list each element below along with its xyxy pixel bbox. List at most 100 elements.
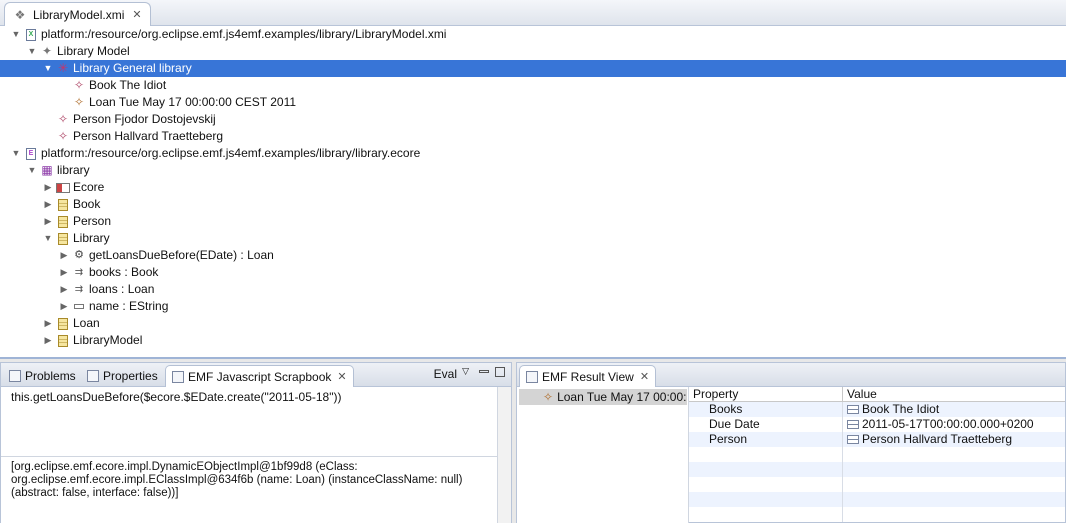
property-row[interactable] xyxy=(689,447,1065,462)
problems-icon xyxy=(9,370,21,382)
property-name: Books xyxy=(689,402,843,417)
property-name xyxy=(689,492,843,507)
collapsed-twisty-icon[interactable]: ▶ xyxy=(58,250,70,262)
editor-tabbar: ❖ LibraryModel.xmi ✕ xyxy=(0,0,1066,26)
expanded-twisty-icon[interactable]: ▼ xyxy=(42,233,54,245)
tree-node-label: Loan Tue May 17 00:00:00 CEST 2011 xyxy=(89,95,297,109)
close-icon[interactable]: ✕ xyxy=(640,370,649,383)
property-row[interactable] xyxy=(689,492,1065,507)
tree-node[interactable]: ▶ Ecore xyxy=(0,179,1066,196)
tree-node[interactable]: ✧ Person Fjodor Dostojevskij xyxy=(0,111,1066,128)
result-list[interactable]: ✧ Loan Tue May 17 00:00:0 xyxy=(517,387,689,523)
tree-node[interactable]: ▼ ✳ Library General library xyxy=(0,60,1066,77)
collapsed-twisty-icon[interactable]: ▶ xyxy=(42,216,54,228)
tree-node-label: Person Fjodor Dostojevskij xyxy=(73,112,216,126)
tree-node[interactable]: ▶ Loan xyxy=(0,315,1066,332)
right-panel-tabbar: EMF Result View ✕ xyxy=(517,363,1065,387)
code-editor[interactable]: this.getLoansDueBefore($ecore.$EDate.cre… xyxy=(1,387,497,457)
expanded-twisty-icon[interactable]: ▼ xyxy=(42,63,54,75)
vertical-scrollbar[interactable] xyxy=(497,387,511,523)
model-tree[interactable]: ▼ Xplatform:/resource/org.eclipse.emf.js4… xyxy=(0,26,1066,349)
tree-node[interactable]: ▼ Xplatform:/resource/org.eclipse.emf.js4… xyxy=(0,26,1066,43)
minimize-icon[interactable] xyxy=(479,370,489,373)
property-value-cell[interactable]: Person Hallvard Traetteberg xyxy=(843,432,1012,447)
tree-node[interactable]: ▶ name : EString xyxy=(0,298,1066,315)
close-icon[interactable]: ✕ xyxy=(132,8,141,21)
expanded-twisty-icon[interactable]: ▼ xyxy=(10,148,22,160)
property-name: Person xyxy=(689,432,843,447)
tree-node[interactable]: ▶ LibraryModel xyxy=(0,332,1066,349)
ecore-annotation-icon xyxy=(56,181,70,195)
tree-node[interactable]: ▼ ▦ library xyxy=(0,162,1066,179)
editor-area: ❖ LibraryModel.xmi ✕ ▼ Xplatform:/resourc… xyxy=(0,0,1066,359)
tree-node[interactable]: ▶ ⚙ getLoansDueBefore(EDate) : Loan xyxy=(0,247,1066,264)
tree-node[interactable]: ▼ ✦ Library Model xyxy=(0,43,1066,60)
collapsed-twisty-icon[interactable]: ▶ xyxy=(42,335,54,347)
property-row[interactable]: Due Date 2011-05-17T00:00:00.000+0200 xyxy=(689,417,1065,432)
tab-properties[interactable]: Properties xyxy=(81,365,164,387)
expanded-twisty-icon[interactable]: ▼ xyxy=(26,165,38,177)
tree-node-label: Person xyxy=(73,214,112,228)
property-table[interactable]: Property Value Books Book The Idiot Due Da… xyxy=(689,387,1065,523)
tab-result-view[interactable]: EMF Result View ✕ xyxy=(519,365,657,387)
collapsed-twisty-icon[interactable]: ▶ xyxy=(58,284,70,296)
property-value-cell[interactable] xyxy=(843,447,847,462)
collapsed-twisty-icon[interactable]: ▶ xyxy=(58,301,70,313)
property-row[interactable]: Books Book The Idiot xyxy=(689,402,1065,417)
value-item-icon xyxy=(847,405,859,414)
loan-object-icon: ✧ xyxy=(73,95,85,109)
collapsed-twisty-icon[interactable]: ▶ xyxy=(42,318,54,330)
tree-node[interactable]: ✧ Loan Tue May 17 00:00:00 CEST 2011 xyxy=(0,94,1066,111)
property-value: 2011-05-17T00:00:00.000+0200 xyxy=(862,417,1034,431)
code-text[interactable]: this.getLoansDueBefore($ecore.$EDate.cre… xyxy=(11,390,342,404)
property-value-cell[interactable] xyxy=(843,462,847,477)
tab-problems[interactable]: Problems xyxy=(3,365,82,387)
tab-scrapbook-label: EMF Javascript Scrapbook xyxy=(188,369,332,384)
property-row[interactable] xyxy=(689,507,1065,522)
property-value-cell[interactable]: 2011-05-17T00:00:00.000+0200 xyxy=(843,417,1034,432)
ecore-file-icon: E xyxy=(24,147,38,161)
property-table-header: Property Value xyxy=(689,387,1065,402)
collapsed-twisty-icon[interactable]: ▶ xyxy=(58,267,70,279)
property-value-cell[interactable] xyxy=(843,477,847,492)
property-value-cell[interactable]: Book The Idiot xyxy=(843,402,939,417)
property-row[interactable] xyxy=(689,477,1065,492)
tree-node[interactable]: ▶ ⇉ loans : Loan xyxy=(0,281,1066,298)
eval-button[interactable]: Eval xyxy=(434,367,457,381)
editor-tab-label: LibraryModel.xmi xyxy=(33,7,125,22)
tree-node-label: Book xyxy=(73,197,101,211)
result-list-item[interactable]: ✧ Loan Tue May 17 00:00:0 xyxy=(519,389,687,405)
tree-node[interactable]: ✧ Book The Idiot xyxy=(0,77,1066,94)
tree-node[interactable]: ▼ Library xyxy=(0,230,1066,247)
tree-node[interactable]: ✧ Person Hallvard Traetteberg xyxy=(0,128,1066,145)
tree-node-label: Ecore xyxy=(73,180,105,194)
expanded-twisty-icon[interactable]: ▼ xyxy=(10,29,22,41)
model-file-icon: ❖ xyxy=(14,7,26,22)
result-view-panel: EMF Result View ✕ ✧ Loan Tue May 17 00:0… xyxy=(516,362,1066,523)
column-header-property[interactable]: Property xyxy=(689,387,843,401)
tree-node[interactable]: ▶ Book xyxy=(0,196,1066,213)
close-icon[interactable]: ✕ xyxy=(337,370,346,383)
editor-tab-librarymodel[interactable]: ❖ LibraryModel.xmi ✕ xyxy=(4,2,151,26)
collapsed-twisty-icon[interactable]: ▶ xyxy=(42,182,54,194)
tree-node-label: name : EString xyxy=(89,299,169,313)
maximize-icon[interactable] xyxy=(495,367,505,377)
chevron-down-icon[interactable]: ▽ xyxy=(462,366,469,377)
collapsed-twisty-icon[interactable]: ▶ xyxy=(42,199,54,211)
property-row[interactable] xyxy=(689,462,1065,477)
tab-scrapbook[interactable]: EMF Javascript Scrapbook ✕ xyxy=(165,365,354,387)
tree-node-label: Library General library xyxy=(73,61,192,75)
tree-node[interactable]: ▶ Person xyxy=(0,213,1066,230)
tree-node-label: Person Hallvard Traetteberg xyxy=(73,129,224,143)
property-name: Due Date xyxy=(689,417,843,432)
expanded-twisty-icon[interactable]: ▼ xyxy=(26,46,38,58)
property-value-cell[interactable] xyxy=(843,492,847,507)
column-header-value[interactable]: Value xyxy=(843,387,877,401)
tree-node[interactable]: ▼ Eplatform:/resource/org.eclipse.emf.js4… xyxy=(0,145,1066,162)
result-output[interactable]: [org.eclipse.emf.ecore.impl.DynamicEObje… xyxy=(1,457,497,523)
property-value-cell[interactable] xyxy=(843,507,847,522)
property-row[interactable]: Person Person Hallvard Traetteberg xyxy=(689,432,1065,447)
tree-node[interactable]: ▶ ⇉ books : Book xyxy=(0,264,1066,281)
